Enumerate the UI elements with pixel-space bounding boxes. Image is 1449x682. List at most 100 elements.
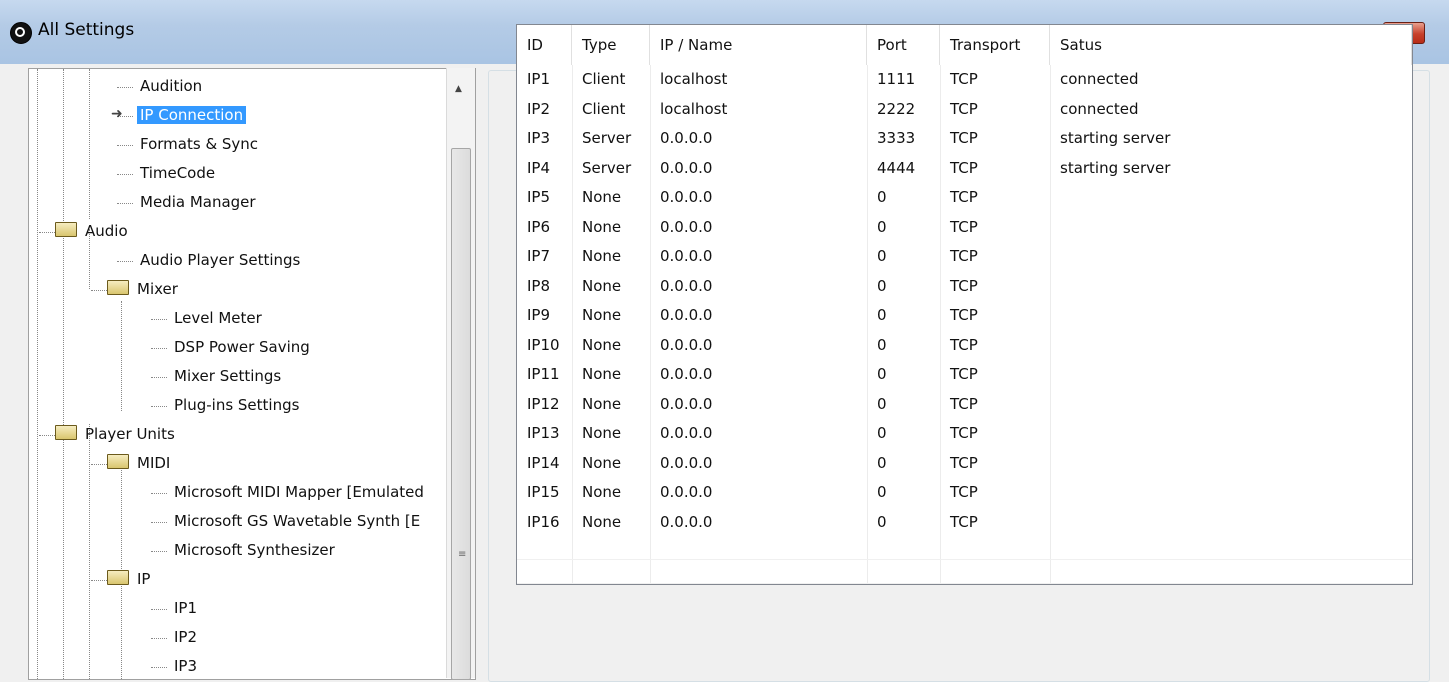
tree-connector bbox=[151, 522, 167, 523]
tree-item[interactable]: IP1 bbox=[171, 595, 200, 621]
table-row[interactable]: IP14 None 0.0.0.0 0 TCP bbox=[517, 449, 1412, 479]
table-cell: 0.0.0.0 bbox=[660, 365, 713, 383]
tree-connector bbox=[91, 464, 107, 465]
table-cell: 0 bbox=[877, 335, 887, 354]
tree-item[interactable]: Audio bbox=[55, 218, 131, 244]
table-row[interactable]: IP13 None 0.0.0.0 0 TCP bbox=[517, 419, 1412, 449]
tree-guide-line bbox=[37, 69, 38, 679]
tree-connector bbox=[117, 203, 133, 204]
table-cell bbox=[1050, 419, 1422, 448]
column-header[interactable]: Port bbox=[867, 25, 940, 65]
ip-connection-list[interactable]: ID Type IP / Name Port Transport Satus IP1 Cli… bbox=[516, 24, 1413, 585]
table-row[interactable]: IP12 None 0.0.0.0 0 TCP bbox=[517, 390, 1412, 420]
folder-icon bbox=[55, 425, 77, 440]
tree-item[interactable]: Media Manager bbox=[137, 189, 259, 215]
tree-item[interactable]: Mixer Settings bbox=[171, 363, 284, 389]
table-row[interactable]: IP2 Client localhost 2222 TCP connected bbox=[517, 95, 1412, 125]
table-cell: 3333 bbox=[877, 129, 916, 147]
tree-guide-line bbox=[121, 577, 122, 679]
scroll-thumb[interactable]: ≡ bbox=[451, 148, 471, 680]
table-cell: 1111 bbox=[877, 70, 916, 88]
folder-icon bbox=[107, 454, 129, 469]
table-row[interactable]: IP10 None 0.0.0.0 0 TCP bbox=[517, 331, 1412, 361]
table-cell bbox=[1050, 301, 1422, 330]
tree-item[interactable]: Player Units bbox=[55, 421, 178, 447]
tree-connector bbox=[151, 638, 167, 639]
tree-item-label: Plug-ins Settings bbox=[174, 396, 300, 414]
column-header[interactable]: Type bbox=[572, 25, 650, 65]
tree-item-label: Microsoft GS Wavetable Synth [E bbox=[174, 512, 421, 530]
tree-item[interactable]: MIDI bbox=[107, 450, 173, 476]
table-row[interactable]: IP5 None 0.0.0.0 0 TCP bbox=[517, 183, 1412, 213]
tree-scrollbar[interactable]: ▲ ≡ bbox=[446, 68, 475, 680]
table-row[interactable]: IP7 None 0.0.0.0 0 TCP bbox=[517, 242, 1412, 272]
table-row[interactable]: IP4 Server 0.0.0.0 4444 TCP starting server bbox=[517, 154, 1412, 184]
tree-item[interactable]: IP3 bbox=[171, 653, 200, 679]
table-row[interactable]: IP8 None 0.0.0.0 0 TCP bbox=[517, 272, 1412, 302]
tree-item[interactable]: Audition bbox=[137, 73, 205, 99]
table-cell: 0 bbox=[877, 512, 887, 531]
table-cell: starting server bbox=[1060, 158, 1171, 177]
column-header[interactable]: IP / Name bbox=[650, 25, 867, 65]
table-cell: 0.0.0.0 bbox=[660, 335, 713, 354]
tree-item[interactable]: TimeCode bbox=[137, 160, 218, 186]
tree-item[interactable]: Formats & Sync bbox=[137, 131, 261, 157]
table-cell: None bbox=[582, 247, 622, 265]
tree-connector bbox=[39, 435, 55, 436]
tree-item-label: IP Connection bbox=[137, 106, 247, 124]
tree-guide-line bbox=[63, 69, 64, 679]
tree-connector bbox=[117, 145, 133, 146]
table-cell: TCP bbox=[950, 365, 978, 383]
settings-tree: Audition IP Connection ➜ Formats & Sync Time… bbox=[28, 68, 476, 680]
table-cell: TCP bbox=[950, 335, 978, 354]
table-cell: 0.0.0.0 bbox=[660, 247, 713, 265]
table-cell: TCP bbox=[950, 158, 978, 177]
table-cell: TCP bbox=[950, 306, 978, 324]
tree-item-label: IP2 bbox=[174, 628, 198, 646]
tree-item[interactable]: IP Connection bbox=[137, 102, 247, 128]
table-cell: TCP bbox=[950, 453, 978, 472]
table-cell: 0.0.0.0 bbox=[660, 424, 713, 442]
scroll-up-icon[interactable]: ▲ bbox=[455, 84, 462, 94]
column-header[interactable]: Satus bbox=[1050, 25, 1412, 65]
table-row[interactable]: IP3 Server 0.0.0.0 3333 TCP starting server bbox=[517, 124, 1412, 154]
arrow-right-icon: ➜ bbox=[111, 106, 123, 122]
table-cell: 0 bbox=[877, 217, 887, 236]
table-cell bbox=[1050, 272, 1422, 301]
tree-connector bbox=[151, 493, 167, 494]
table-row[interactable]: IP16 None 0.0.0.0 0 TCP bbox=[517, 508, 1412, 538]
table-cell: None bbox=[582, 217, 622, 236]
table-cell: 0.0.0.0 bbox=[660, 483, 713, 501]
tree-item[interactable]: Mixer bbox=[107, 276, 181, 302]
table-cell: 0 bbox=[877, 394, 887, 413]
table-row[interactable]: IP15 None 0.0.0.0 0 TCP bbox=[517, 478, 1412, 508]
tree-guide-line bbox=[121, 461, 122, 571]
tree-item[interactable]: Microsoft MIDI Mapper [Emulated bbox=[171, 479, 427, 505]
tree-guide-line bbox=[121, 301, 122, 411]
table-row[interactable]: IP1 Client localhost 1111 TCP connected bbox=[517, 65, 1412, 95]
table-row[interactable]: IP11 None 0.0.0.0 0 TCP bbox=[517, 360, 1412, 390]
tree-item[interactable]: Audio Player Settings bbox=[137, 247, 303, 273]
tree-item-label: Microsoft MIDI Mapper [Emulated bbox=[174, 483, 424, 501]
tree-item[interactable]: Microsoft GS Wavetable Synth [E bbox=[171, 508, 423, 534]
table-cell bbox=[1050, 331, 1422, 360]
table-cell bbox=[1050, 508, 1422, 537]
tree-item[interactable]: Plug-ins Settings bbox=[171, 392, 302, 418]
tree-item[interactable]: IP bbox=[107, 566, 153, 592]
table-row[interactable]: IP9 None 0.0.0.0 0 TCP bbox=[517, 301, 1412, 331]
table-cell: None bbox=[582, 335, 622, 354]
table-row[interactable]: IP6 None 0.0.0.0 0 TCP bbox=[517, 213, 1412, 243]
table-cell: TCP bbox=[950, 129, 978, 147]
tree-item[interactable]: Microsoft Synthesizer bbox=[171, 537, 338, 563]
table-cell bbox=[1050, 449, 1422, 478]
tree-item[interactable]: Level Meter bbox=[171, 305, 265, 331]
tree-item[interactable]: IP2 bbox=[171, 624, 200, 650]
tree-connector bbox=[151, 667, 167, 668]
table-cell: 0 bbox=[877, 483, 887, 501]
tree-connector bbox=[151, 609, 167, 610]
tree-item[interactable]: DSP Power Saving bbox=[171, 334, 313, 360]
column-header[interactable]: ID bbox=[517, 25, 572, 65]
table-cell: TCP bbox=[950, 70, 978, 88]
column-header[interactable]: Transport bbox=[940, 25, 1050, 65]
tree-item-label: Audio bbox=[85, 222, 128, 240]
